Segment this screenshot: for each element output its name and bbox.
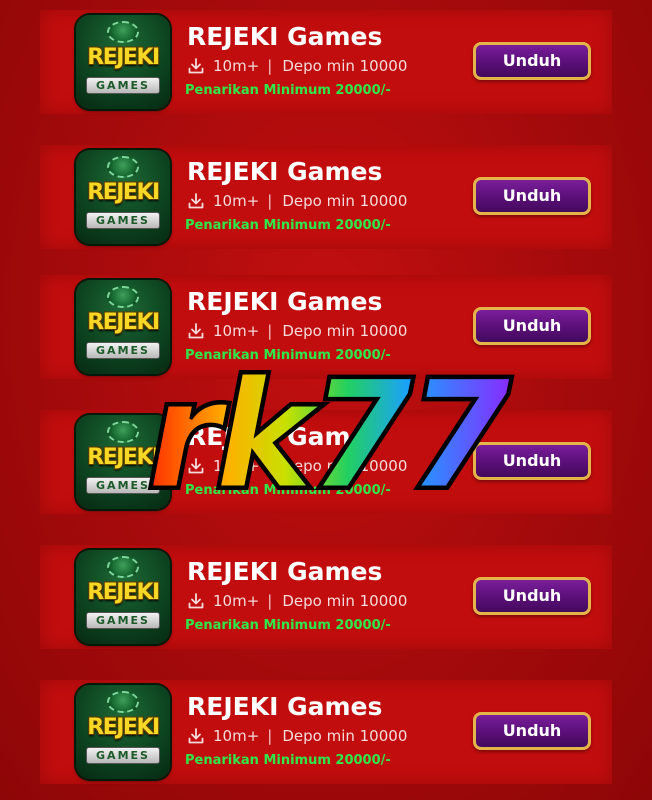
meta-separator: |	[267, 457, 273, 475]
logo-subtitle: GAMES	[86, 212, 160, 229]
app-card: REJEKI GAMES REJEKI Games 10m+ | Depo mi…	[40, 10, 612, 114]
withdraw-min: Penarikan Minimum 20000/-	[185, 348, 391, 363]
logo-subtitle: GAMES	[86, 747, 160, 764]
app-name: REJEKI Games	[187, 157, 383, 186]
deposit-min: Depo min 10000	[282, 727, 408, 745]
download-icon	[188, 323, 204, 339]
withdraw-min: Penarikan Minimum 20000/-	[185, 753, 391, 768]
logo-subtitle: GAMES	[86, 612, 160, 629]
meta-separator: |	[267, 192, 273, 210]
app-logo-icon[interactable]: REJEKI GAMES	[76, 280, 170, 374]
chip-icon	[107, 421, 139, 443]
app-meta: 10m+ | Depo min 10000	[187, 726, 407, 746]
app-card: REJEKI GAMES REJEKI Games 10m+ | Depo mi…	[40, 545, 612, 649]
chip-icon	[107, 556, 139, 578]
app-meta: 10m+ | Depo min 10000	[187, 456, 407, 476]
logo-subtitle: GAMES	[86, 342, 160, 359]
logo-title: REJEKI	[87, 180, 160, 205]
app-logo-icon[interactable]: REJEKI GAMES	[76, 685, 170, 779]
download-button[interactable]: Unduh	[473, 442, 591, 480]
withdraw-min: Penarikan Minimum 20000/-	[185, 83, 391, 98]
deposit-min: Depo min 10000	[282, 457, 408, 475]
download-icon	[188, 193, 204, 209]
deposit-min: Depo min 10000	[282, 322, 408, 340]
meta-separator: |	[267, 592, 273, 610]
withdraw-min: Penarikan Minimum 20000/-	[185, 218, 391, 233]
download-count: 10m+	[213, 322, 260, 340]
download-button[interactable]: Unduh	[473, 712, 591, 750]
download-icon	[188, 458, 204, 474]
app-name: REJEKI Games	[187, 287, 383, 316]
download-count: 10m+	[213, 457, 260, 475]
download-button[interactable]: Unduh	[473, 307, 591, 345]
download-button[interactable]: Unduh	[473, 577, 591, 615]
app-logo-icon[interactable]: REJEKI GAMES	[76, 150, 170, 244]
download-count: 10m+	[213, 592, 260, 610]
download-button[interactable]: Unduh	[473, 42, 591, 80]
download-count: 10m+	[213, 727, 260, 745]
app-name: REJEKI Games	[187, 422, 383, 451]
chip-icon	[107, 286, 139, 308]
app-card: REJEKI GAMES REJEKI Games 10m+ | Depo mi…	[40, 680, 612, 784]
download-count: 10m+	[213, 57, 260, 75]
logo-title: REJEKI	[87, 715, 160, 740]
meta-separator: |	[267, 322, 273, 340]
chip-icon	[107, 691, 139, 713]
logo-title: REJEKI	[87, 445, 160, 470]
chip-icon	[107, 156, 139, 178]
app-logo-icon[interactable]: REJEKI GAMES	[76, 15, 170, 109]
logo-title: REJEKI	[87, 580, 160, 605]
logo-subtitle: GAMES	[86, 477, 160, 494]
deposit-min: Depo min 10000	[282, 192, 408, 210]
deposit-min: Depo min 10000	[282, 592, 408, 610]
logo-subtitle: GAMES	[86, 77, 160, 94]
withdraw-min: Penarikan Minimum 20000/-	[185, 483, 391, 498]
download-count: 10m+	[213, 192, 260, 210]
app-logo-icon[interactable]: REJEKI GAMES	[76, 550, 170, 644]
app-card: REJEKI GAMES REJEKI Games 10m+ | Depo mi…	[40, 275, 612, 379]
deposit-min: Depo min 10000	[282, 57, 408, 75]
logo-title: REJEKI	[87, 310, 160, 335]
app-meta: 10m+ | Depo min 10000	[187, 191, 407, 211]
download-icon	[188, 58, 204, 74]
app-meta: 10m+ | Depo min 10000	[187, 56, 407, 76]
chip-icon	[107, 21, 139, 43]
app-card: REJEKI GAMES REJEKI Games 10m+ | Depo mi…	[40, 410, 612, 514]
meta-separator: |	[267, 57, 273, 75]
app-list: REJEKI GAMES REJEKI Games 10m+ | Depo mi…	[0, 0, 652, 800]
app-name: REJEKI Games	[187, 22, 383, 51]
download-icon	[188, 593, 204, 609]
app-logo-icon[interactable]: REJEKI GAMES	[76, 415, 170, 509]
app-meta: 10m+ | Depo min 10000	[187, 591, 407, 611]
app-name: REJEKI Games	[187, 692, 383, 721]
app-meta: 10m+ | Depo min 10000	[187, 321, 407, 341]
logo-title: REJEKI	[87, 45, 160, 70]
download-icon	[188, 728, 204, 744]
withdraw-min: Penarikan Minimum 20000/-	[185, 618, 391, 633]
app-card: REJEKI GAMES REJEKI Games 10m+ | Depo mi…	[40, 145, 612, 249]
download-button[interactable]: Unduh	[473, 177, 591, 215]
meta-separator: |	[267, 727, 273, 745]
app-name: REJEKI Games	[187, 557, 383, 586]
